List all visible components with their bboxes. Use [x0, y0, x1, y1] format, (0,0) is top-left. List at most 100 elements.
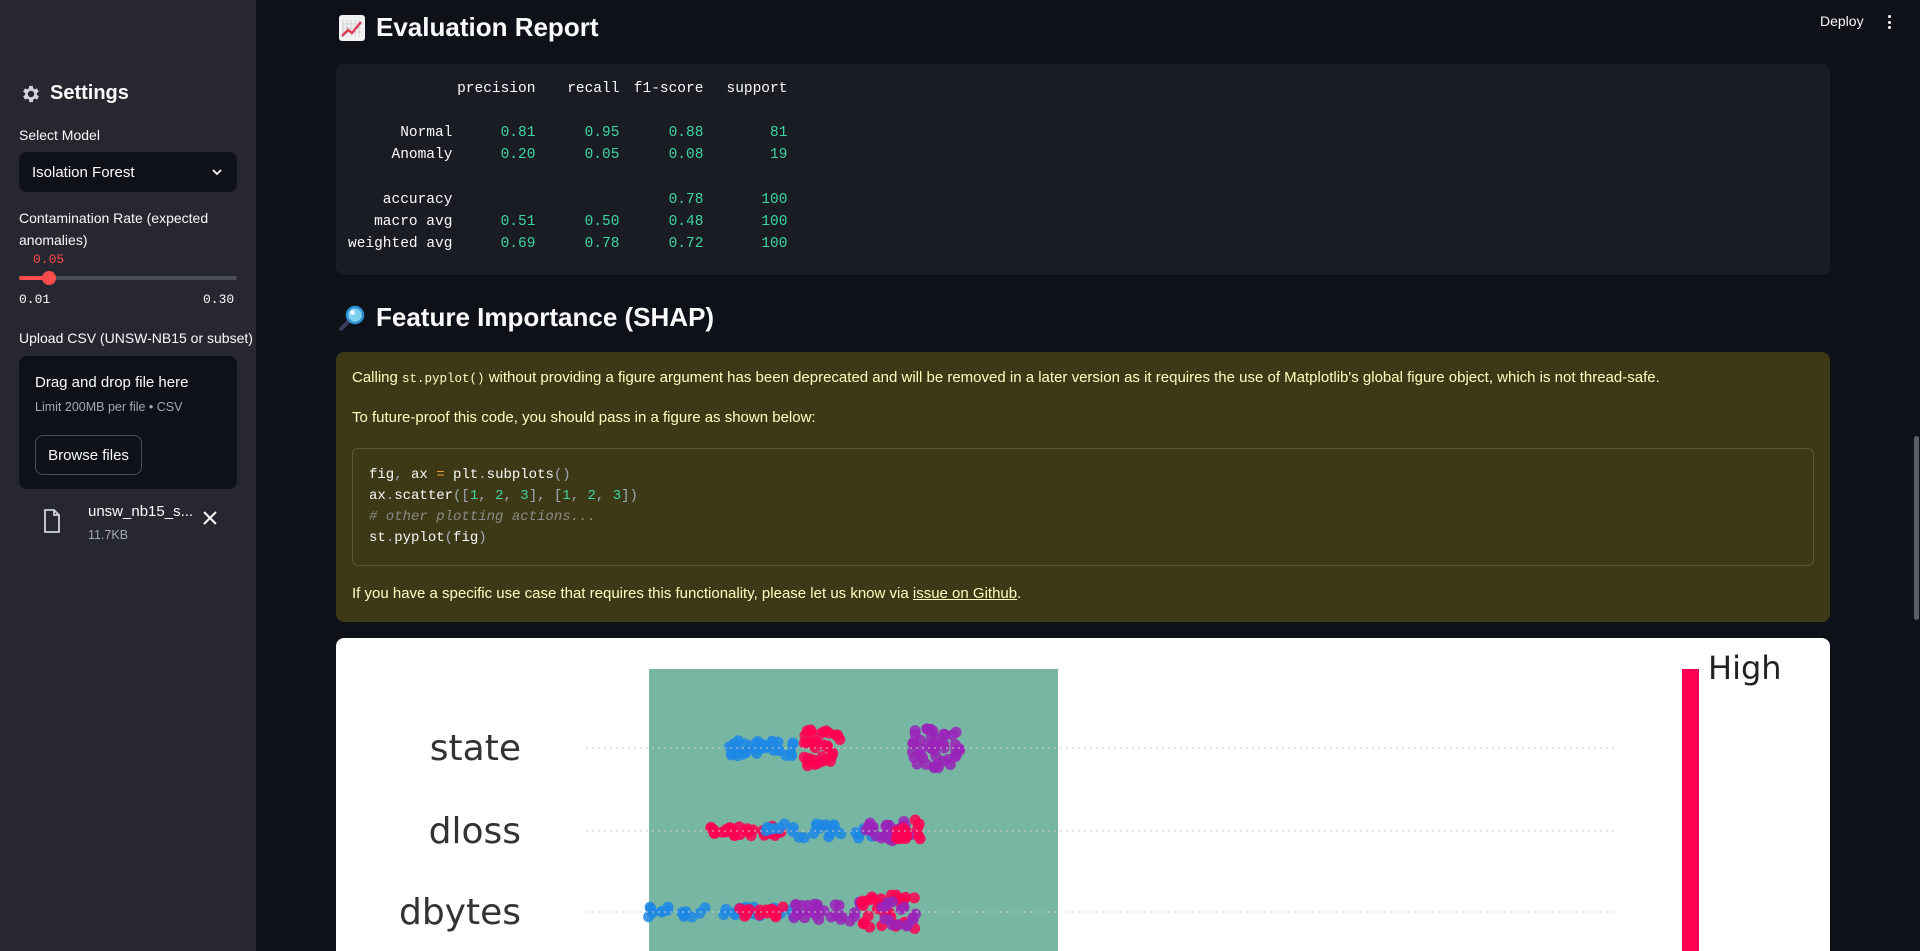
browse-files-button[interactable]: Browse files	[35, 435, 142, 475]
shap-dot	[925, 723, 937, 735]
shap-dot	[863, 894, 875, 906]
shap-dot	[848, 910, 860, 922]
app: Settings Select Model Isolation Forest C…	[0, 0, 1920, 951]
shap-dot	[825, 911, 837, 923]
report-cell: 100	[761, 214, 788, 231]
shap-dot	[809, 737, 821, 749]
shap-dot	[898, 901, 910, 913]
shap-dot	[829, 899, 841, 911]
main-menu-icon[interactable]	[1882, 13, 1896, 31]
shap-beeswarm-chart: state dloss dbytes High	[399, 649, 1782, 951]
report-row: accuracy 0.78 100	[348, 189, 788, 211]
row-label: weighted avg	[348, 236, 453, 253]
report-cell: 0.20	[500, 147, 536, 164]
shap-dot	[718, 909, 730, 921]
shap-dot	[826, 820, 838, 832]
slider-thumb[interactable]	[42, 271, 57, 285]
shap-dot	[772, 744, 784, 756]
report-row: weighted avg 0.69 0.78 0.72 100	[348, 233, 787, 255]
model-label: Select Model	[19, 127, 100, 143]
shap-title: Feature Importance (SHAP)	[338, 302, 714, 333]
chart-increasing-icon	[339, 14, 365, 41]
slider-max: 0.30	[203, 292, 235, 307]
evaluation-title: Evaluation Report	[338, 12, 598, 43]
report-cell: 0.50	[584, 214, 620, 231]
shap-dot	[894, 833, 906, 845]
chevron-down-icon	[212, 169, 222, 176]
shap-dot	[785, 748, 797, 760]
shap-dot	[882, 914, 894, 926]
evaluation-title-text: Evaluation Report	[376, 12, 599, 42]
shap-dot	[950, 745, 962, 757]
shap-dot	[741, 908, 753, 920]
magnifying-glass-icon	[339, 305, 365, 331]
model-select[interactable]: Isolation Forest	[19, 152, 237, 192]
spacer-row	[348, 167, 787, 189]
file-dropzone[interactable]: Drag and drop file here Limit 200MB per …	[19, 356, 237, 489]
sidebar-title-text: Settings	[50, 82, 129, 104]
deploy-button[interactable]: Deploy	[1820, 13, 1864, 29]
shap-dot	[801, 756, 813, 768]
shap-dot	[723, 741, 735, 753]
shap-dot	[950, 726, 962, 738]
shap-dot	[912, 823, 924, 835]
column-header: support	[726, 81, 788, 97]
inline-code: st.pyplot()	[402, 372, 485, 386]
report-cell: 0.51	[500, 214, 536, 231]
shap-dot	[898, 822, 910, 834]
column-header: recall	[567, 81, 620, 97]
shap-dot	[773, 823, 785, 835]
column-header: precision	[457, 81, 536, 97]
color-legend-bar	[1682, 669, 1699, 951]
shap-dot	[661, 904, 673, 916]
report-cell: 0.69	[500, 236, 536, 253]
report-row: Normal 0.81 0.95 0.88 81	[348, 122, 787, 144]
shap-dot	[812, 757, 824, 769]
row-label: accuracy	[382, 191, 453, 208]
shap-dot	[813, 913, 825, 925]
report-cell: 81	[770, 125, 788, 142]
shap-title-text: Feature Importance (SHAP)	[376, 302, 715, 332]
shap-dot	[793, 831, 805, 843]
feature-label-dbytes: dbytes	[399, 892, 521, 933]
report-cell	[452, 189, 535, 211]
contamination-label: Contamination Rate (expected anomalies)	[19, 210, 209, 248]
report-cell: 0.48	[668, 214, 704, 231]
shap-dot	[827, 747, 839, 759]
classification-report: precision recall f1-score support Normal…	[336, 64, 1830, 275]
sidebar-title: Settings	[20, 82, 129, 105]
row-label: macro avg	[374, 214, 453, 231]
report-cell: 100	[761, 236, 788, 253]
slider-value: 0.05	[33, 252, 65, 267]
report-cell: 0.88	[668, 125, 704, 142]
upload-label: Upload CSV (UNSW-NB15 or subset)	[19, 330, 253, 346]
report-cell: 0.95	[584, 125, 620, 142]
deprecation-warning: Calling st.pyplot() without providing a …	[336, 352, 1830, 622]
close-icon[interactable]	[201, 509, 219, 527]
file-icon	[44, 509, 60, 533]
shap-dot	[790, 898, 802, 910]
shap-dot	[909, 729, 921, 741]
shap-dot	[808, 827, 820, 839]
report-header-row: precision recall f1-score support	[348, 78, 787, 100]
shap-dot	[902, 919, 914, 931]
report-cell: 0.08	[668, 147, 704, 164]
report-table: precision recall f1-score support Normal…	[348, 78, 787, 255]
shap-dot	[920, 758, 932, 770]
github-issue-link[interactable]: issue on Github	[913, 585, 1017, 602]
shap-dot	[909, 908, 921, 920]
feature-label-state: state	[430, 728, 521, 769]
report-cell: 0.78	[668, 191, 704, 208]
warning-paragraph-2: To future-proof this code, you should pa…	[352, 409, 816, 426]
shap-dot	[880, 820, 892, 832]
contamination-slider[interactable]	[19, 271, 237, 285]
slider-min: 0.01	[19, 292, 51, 307]
report-cell: 100	[761, 191, 788, 208]
report-cell: 0.72	[668, 236, 704, 253]
shap-dot	[835, 828, 847, 840]
scrollbar[interactable]	[1914, 436, 1919, 620]
column-header: f1-score	[633, 81, 704, 97]
shap-dot	[805, 724, 817, 736]
file-size: 11.7KB	[88, 528, 129, 542]
warning-paragraph-3: If you have a specific use case that req…	[352, 585, 1022, 602]
